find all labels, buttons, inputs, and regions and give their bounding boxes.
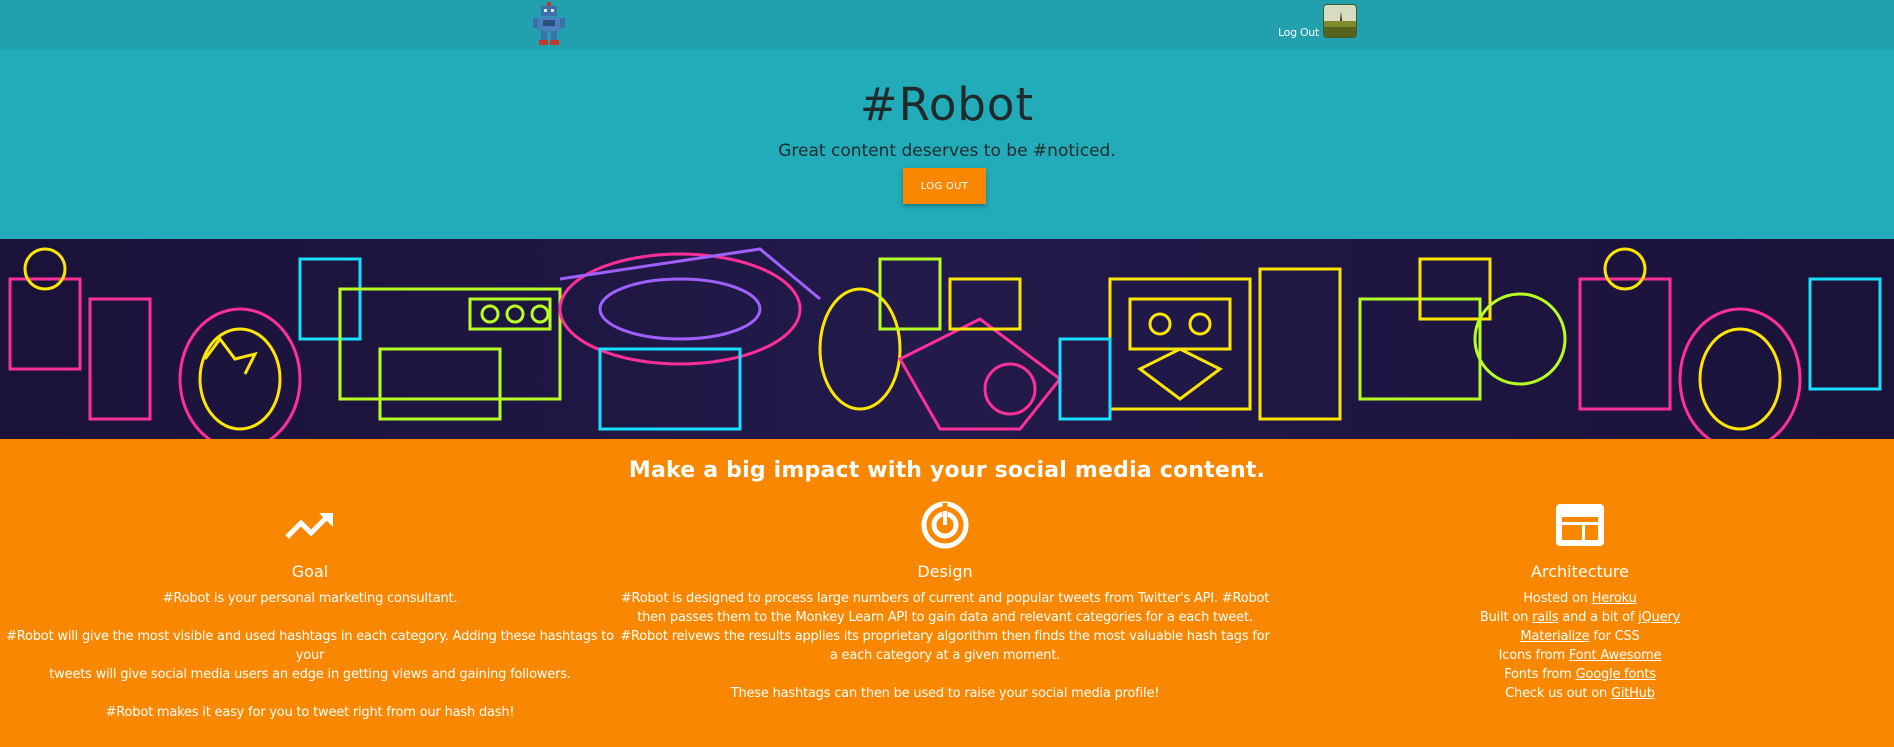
goal-paragraph-2b: tweets will give social media users an e…: [49, 667, 571, 682]
trending-up-icon: [285, 513, 333, 539]
built-prefix: Built on: [1479, 610, 1533, 625]
icons-line: Icons from Font Awesome: [1310, 646, 1850, 665]
jquery-link[interactable]: jQuery: [1638, 610, 1680, 625]
hosted-line: Hosted on Heroku: [1310, 589, 1850, 608]
design-column: Design #Robot is designed to process lar…: [620, 501, 1270, 703]
goal-column: Goal #Robot is your personal marketing c…: [0, 501, 620, 722]
page-title: #Robot: [859, 78, 1035, 131]
design-line-5: These hashtags can then be used to raise…: [730, 686, 1160, 701]
heroku-link[interactable]: Heroku: [1592, 591, 1637, 606]
check-prefix: Check us out on: [1505, 686, 1611, 701]
goal-title: Goal: [291, 562, 329, 581]
github-link[interactable]: GitHub: [1611, 686, 1655, 701]
design-line-4: a each category at a given moment.: [829, 648, 1061, 663]
materialize-link[interactable]: Materialize: [1520, 629, 1589, 644]
rails-link[interactable]: rails: [1532, 610, 1559, 625]
design-text: #Robot is designed to process large numb…: [620, 589, 1270, 703]
features-heading: Make a big impact with your social media…: [628, 458, 1266, 483]
track-changes-icon: [921, 501, 969, 549]
hero-subtitle: Great content deserves to be #noticed.: [778, 141, 1116, 161]
design-line-1: #Robot is designed to process large numb…: [620, 591, 1270, 606]
top-nav: Log Out: [0, 0, 1894, 49]
hero-section: #Robot Great content deserves to be #not…: [0, 49, 1894, 239]
user-avatar[interactable]: [1323, 4, 1357, 38]
architecture-text: Hosted on Heroku Built on rails and a bi…: [1310, 589, 1850, 703]
font-awesome-link[interactable]: Font Awesome: [1569, 648, 1662, 663]
fonts-prefix: Fonts from: [1504, 667, 1576, 682]
css-suffix: for CSS: [1589, 629, 1640, 644]
goal-paragraph-2a: #Robot will give the most visible and us…: [6, 629, 614, 663]
goal-paragraph-3: #Robot makes it easy for you to tweet ri…: [105, 705, 515, 720]
logout-button[interactable]: LOG OUT: [903, 168, 986, 204]
built-mid: and a bit of: [1558, 610, 1639, 625]
icons-prefix: Icons from: [1498, 648, 1569, 663]
google-fonts-link[interactable]: Google fonts: [1576, 667, 1656, 682]
goal-paragraph-1: #Robot is your personal marketing consul…: [162, 591, 458, 606]
built-line: Built on rails and a bit of jQuery: [1310, 608, 1850, 627]
architecture-title: Architecture: [1531, 562, 1629, 581]
design-title: Design: [917, 562, 973, 581]
robot-logo-icon[interactable]: [530, 2, 568, 46]
architecture-column: Architecture Hosted on Heroku Built on r…: [1310, 501, 1850, 703]
goal-text: #Robot is your personal marketing consul…: [0, 589, 620, 722]
features-section: Make a big impact with your social media…: [0, 439, 1894, 747]
hosted-prefix: Hosted on: [1523, 591, 1592, 606]
avatar-landscape-icon: [1324, 5, 1356, 37]
fonts-line: Fonts from Google fonts: [1310, 665, 1850, 684]
web-layout-icon: [1556, 504, 1604, 546]
robots-banner-image: [0, 239, 1894, 439]
neon-robots-illustration: [0, 239, 1894, 439]
css-line: Materialize for CSS: [1310, 627, 1850, 646]
nav-logout-link[interactable]: Log Out: [1278, 26, 1319, 39]
design-line-3: #Robot reivews the results applies its p…: [620, 629, 1270, 644]
design-line-2: then passes them to the Monkey Learn API…: [637, 610, 1253, 625]
github-line: Check us out on GitHub: [1310, 684, 1850, 703]
